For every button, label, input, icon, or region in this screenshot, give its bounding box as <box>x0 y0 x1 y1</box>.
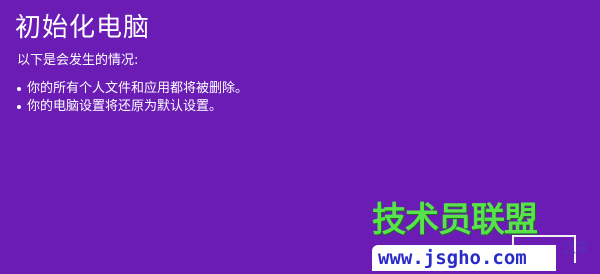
intro-text: 以下是会发生的情况: <box>17 53 139 68</box>
consequence-list: 你的所有个人文件和应用都将被删除。 你的电脑设置将还原为默认设置。 <box>17 80 248 116</box>
list-item: 你的电脑设置将还原为默认设置。 <box>17 98 248 116</box>
site-watermark: 技术员联盟 www.jsgho.com 之家 <box>372 198 600 274</box>
list-item: 你的所有个人文件和应用都将被删除。 <box>17 80 248 98</box>
watermark-url: www.jsgho.com <box>372 245 556 271</box>
bullet-icon <box>17 87 21 91</box>
page-title: 初始化电脑 <box>15 13 151 43</box>
watermark-brand: 技术员联盟 <box>372 200 538 240</box>
list-item-text: 你的电脑设置将还原为默认设置。 <box>27 99 223 114</box>
watermark-suffix: 之家 <box>562 241 590 257</box>
list-item-text: 你的所有个人文件和应用都将被删除。 <box>27 81 249 96</box>
bullet-icon <box>17 105 21 109</box>
